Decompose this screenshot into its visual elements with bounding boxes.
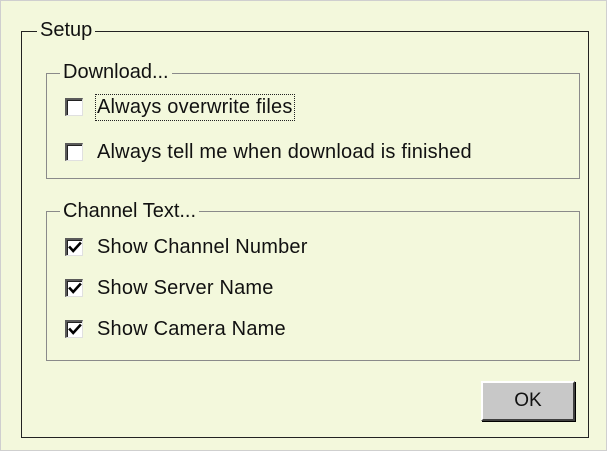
setup-panel: Setup Download... Always overwrite files…: [0, 0, 607, 451]
option-always-tell-me-when-finished[interactable]: Always tell me when download is finished: [65, 138, 472, 166]
option-label: Show Server Name: [97, 276, 274, 299]
channel-text-group-title: Channel Text...: [60, 200, 200, 222]
option-label: Always overwrite files: [95, 93, 295, 121]
show-server-name-checkbox[interactable]: [65, 279, 83, 297]
always-overwrite-files-checkbox[interactable]: [65, 98, 83, 116]
show-camera-name-checkbox[interactable]: [65, 320, 83, 338]
show-channel-number-checkbox[interactable]: [65, 238, 83, 256]
always-tell-me-checkbox[interactable]: [65, 143, 83, 161]
check-mark-icon: [68, 323, 82, 335]
check-mark-icon: [68, 241, 82, 253]
option-always-overwrite-files[interactable]: Always overwrite files: [65, 93, 295, 121]
option-show-channel-number[interactable]: Show Channel Number: [65, 233, 308, 261]
download-group-title: Download...: [60, 61, 172, 83]
option-show-server-name[interactable]: Show Server Name: [65, 274, 274, 302]
option-show-camera-name[interactable]: Show Camera Name: [65, 315, 286, 343]
ok-button[interactable]: OK: [481, 381, 575, 421]
setup-group-title: Setup: [37, 19, 96, 41]
option-label: Show Camera Name: [97, 317, 286, 340]
option-label: Show Channel Number: [97, 235, 308, 258]
option-label: Always tell me when download is finished: [97, 140, 472, 163]
check-mark-icon: [68, 282, 82, 294]
